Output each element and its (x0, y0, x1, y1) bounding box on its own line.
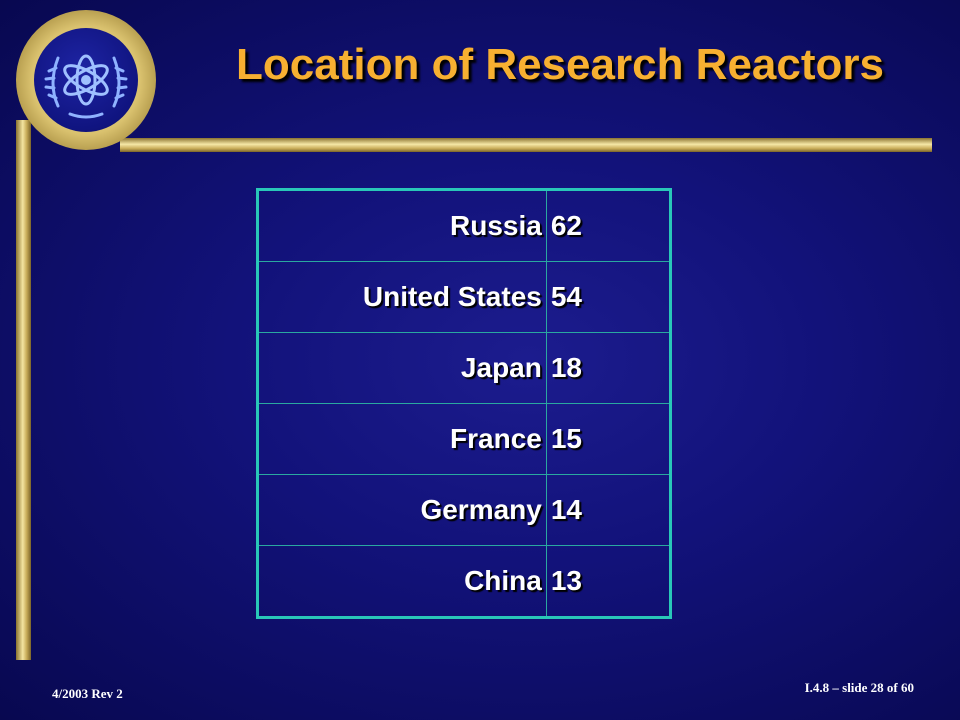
country-cell: Japan (257, 332, 547, 404)
reactor-table: Russia 62 United States 54 Japan 18 Fran… (256, 188, 672, 619)
table-row: United States 54 (257, 261, 672, 333)
footer-slide-number: I.4.8 – slide 28 of 60 (804, 680, 914, 695)
table-row: Germany 14 (257, 474, 672, 546)
count-cell: 54 (545, 261, 672, 333)
footer-revision: 4/2003 Rev 2 (52, 686, 123, 701)
count-cell: 14 (545, 474, 672, 546)
country-cell: France (257, 403, 547, 475)
slide-title: Location of Research Reactors (236, 40, 884, 89)
count-cell: 62 (545, 189, 672, 262)
table-row: France 15 (257, 403, 672, 475)
count-cell: 13 (545, 545, 672, 618)
table-row: Russia 62 (257, 189, 672, 262)
country-cell: Russia (257, 189, 547, 262)
gold-vertical-bar (16, 120, 31, 660)
table-row: Japan 18 (257, 332, 672, 404)
iaea-logo-icon (44, 54, 128, 119)
country-cell: Germany (257, 474, 547, 546)
count-cell: 18 (545, 332, 672, 404)
count-cell: 15 (545, 403, 672, 475)
table-row: China 13 (257, 545, 672, 618)
country-cell: China (257, 545, 547, 618)
gold-horizontal-bar (120, 138, 932, 152)
country-cell: United States (257, 261, 547, 333)
